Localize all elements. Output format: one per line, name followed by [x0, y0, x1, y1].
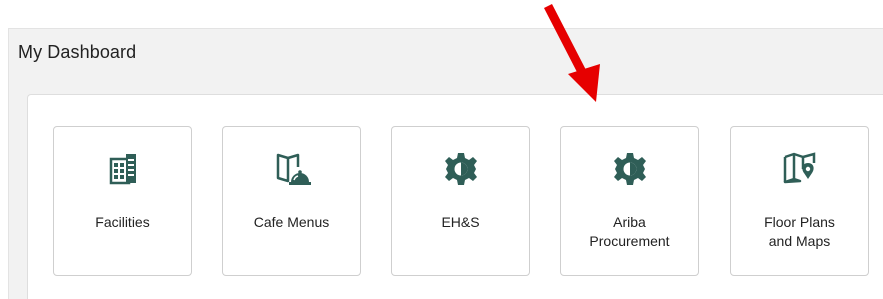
tile-facilities[interactable]: Facilities — [53, 126, 192, 276]
gear-icon — [613, 153, 646, 185]
tile-label: Facilities — [95, 214, 150, 230]
page-title: My Dashboard — [18, 42, 137, 62]
menu-cloche-icon — [276, 153, 311, 185]
tile-label: Cafe Menus — [253, 214, 330, 230]
tile-label: EH&S — [441, 214, 480, 230]
tile-ehs[interactable]: EH&S — [391, 126, 530, 276]
building-icon — [109, 154, 136, 185]
tile-label: Floor Plans and Maps — [764, 214, 835, 249]
annotation-arrow-icon — [543, 3, 600, 102]
tile-ariba-procurement[interactable]: Ariba Procurement — [560, 126, 699, 276]
tile-floor-plans-and-maps[interactable]: Floor Plans and Maps — [730, 126, 869, 276]
gear-icon — [444, 153, 477, 185]
tile-cafe-menus[interactable]: Cafe Menus — [222, 126, 361, 276]
map-pin-icon — [783, 152, 815, 184]
tile-label: Ariba Procurement — [589, 214, 670, 249]
